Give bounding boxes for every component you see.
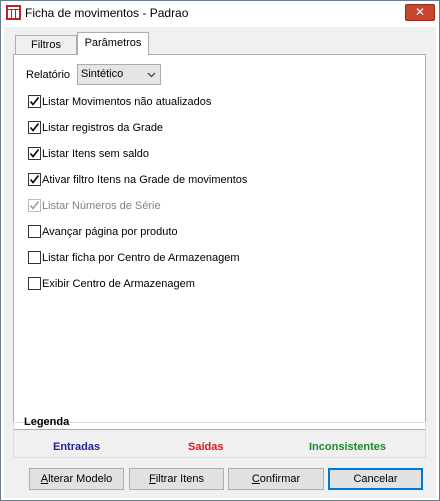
close-icon: ✕ [414, 5, 426, 19]
checkmark-icon [29, 97, 40, 106]
alterar-modelo-button[interactable]: Alterar Modelo [29, 468, 124, 490]
confirmar-label: onfirmar [259, 473, 301, 485]
checkbox-box[interactable] [28, 173, 41, 186]
filtrar-itens-accesskey: F [148, 473, 156, 485]
tab-parametros[interactable]: Parâmetros [77, 32, 149, 55]
relatorio-selected-value: Sintético [81, 68, 124, 80]
confirmar-button[interactable]: Confirmar [228, 468, 324, 490]
checkmark-icon [29, 123, 40, 132]
legend-title: Legenda [24, 416, 70, 428]
checkmark-icon [29, 149, 40, 158]
chevron-down-icon [147, 65, 156, 91]
parametros-panel: Relatório Sintético Listar Movimentos nã… [13, 54, 426, 430]
checkbox-box[interactable] [28, 251, 41, 264]
legend-inconsistentes: Inconsistentes [309, 441, 387, 453]
window-title: Ficha de movimentos - Padrao [25, 6, 189, 20]
checkbox-box [28, 199, 41, 212]
dialog-window: Ficha de movimentos - Padrao ✕ Filtros P… [0, 0, 440, 501]
checkbox-label: Exibir Centro de Armazenagem [42, 278, 195, 290]
relatorio-label: Relatório [26, 69, 71, 81]
relatorio-select[interactable]: Sintético [77, 64, 161, 85]
checkbox-box[interactable] [28, 225, 41, 238]
checkbox-label: Listar Itens sem saldo [42, 148, 149, 160]
confirmar-accesskey: C [251, 473, 260, 485]
checkbox-label: Avançar página por produto [42, 226, 178, 238]
checkbox-box[interactable] [28, 121, 41, 134]
checkbox-label: Listar registros da Grade [42, 122, 164, 134]
close-button[interactable]: ✕ [405, 4, 435, 21]
tab-filtros-label: Filtros [31, 39, 61, 51]
checkbox-box[interactable] [28, 95, 41, 108]
legend-saidas: Saídas [188, 441, 224, 453]
cancelar-label: Cancelar [353, 473, 398, 485]
filtrar-itens-button[interactable]: Filtrar Itens [129, 468, 224, 490]
filtrar-itens-label: iltrar Itens [155, 473, 205, 485]
title-bar[interactable]: Ficha de movimentos - Padrao ✕ [1, 1, 439, 25]
app-logo-icon [6, 5, 21, 20]
tab-parametros-label: Parâmetros [84, 37, 142, 49]
checkmark-icon [29, 175, 40, 184]
checkbox-label: Listar Movimentos não atualizados [42, 96, 212, 108]
checkmark-icon [29, 201, 40, 210]
alterar-modelo-label: lterar Modelo [48, 473, 113, 485]
checkbox-label: Ativar filtro Itens na Grade de moviment… [42, 174, 248, 186]
legend-entradas: Entradas [53, 441, 101, 453]
alterar-modelo-accesskey: A [40, 473, 49, 485]
checkbox-label: Listar ficha por Centro de Armazenagem [42, 252, 240, 264]
checkbox-box[interactable] [28, 147, 41, 160]
legend-group: Legenda Entradas Saídas Inconsistentes [13, 416, 426, 458]
checkbox-label: Listar Números de Série [42, 200, 161, 212]
cancelar-button[interactable]: Cancelar [328, 468, 423, 490]
dialog-body: Filtros Parâmetros Relatório Sintético L… [4, 27, 436, 498]
checkbox-box[interactable] [28, 277, 41, 290]
tab-filtros[interactable]: Filtros [15, 35, 77, 55]
